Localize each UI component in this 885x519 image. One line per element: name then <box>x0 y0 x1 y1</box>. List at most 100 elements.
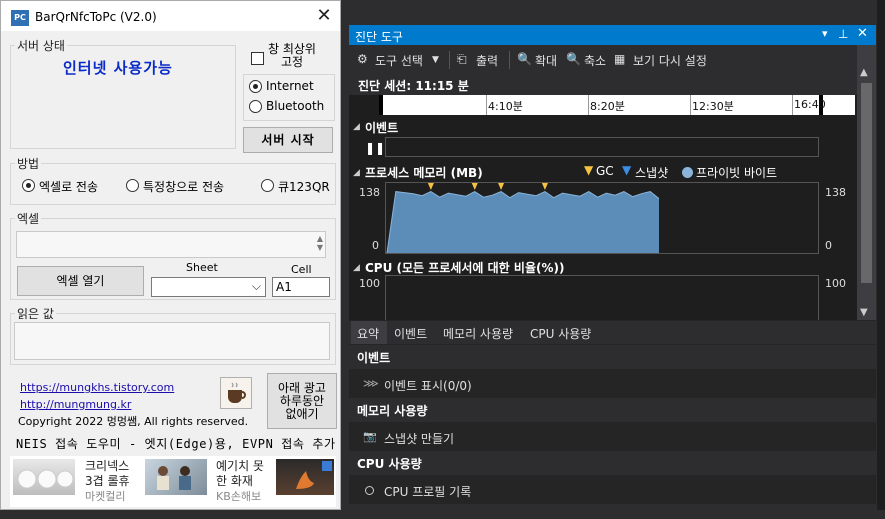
show-events-row[interactable]: ⋙ 이벤트 표시(0/0) <box>349 370 876 398</box>
events-track-label: 이벤트 <box>365 121 399 135</box>
panel-dropdown-icon[interactable]: ▾ <box>822 27 828 40</box>
excel-path-field[interactable]: ▲ ▼ <box>16 231 326 258</box>
gc-marker[interactable] <box>498 183 505 190</box>
output-button[interactable]: 출력 <box>476 52 498 69</box>
gc-marker[interactable] <box>427 183 434 190</box>
ad-banner[interactable]: 크리넥스 3겹 롤휴 마켓컬리 예기치 못 한 화재 KB손해보 <box>10 456 336 507</box>
sheet-select[interactable]: ⌵ <box>151 277 266 297</box>
pause-icon[interactable]: ❚❚ <box>365 141 385 155</box>
scroll-down-icon[interactable]: ▼ <box>860 307 868 318</box>
collapse-memory-icon[interactable]: ◢ <box>353 168 360 178</box>
cell-input-value: A1 <box>276 280 292 294</box>
toolbar-divider <box>449 51 450 69</box>
events-icon: ⋙ <box>363 377 379 390</box>
tistory-link[interactable]: https://mungkhs.tistory.com <box>20 381 174 394</box>
zoom-out-icon[interactable]: 🔍 <box>566 52 581 66</box>
tick-line <box>792 95 793 115</box>
memory-ymax-right: 138 <box>825 186 846 199</box>
vs-background-bottom <box>0 510 885 519</box>
timeline-start-handle[interactable] <box>379 95 383 115</box>
memory-graph[interactable] <box>385 182 819 254</box>
diag-tabs: 요약 이벤트 메모리 사용량 CPU 사용량 <box>349 321 876 344</box>
timeline-tick-label: 12:30분 <box>692 100 734 113</box>
open-excel-button[interactable]: 엑셀 열기 <box>17 266 144 296</box>
collapse-events-icon[interactable]: ◢ <box>353 122 360 132</box>
ad-image-family[interactable] <box>145 459 207 495</box>
ad-1-line1: 크리넥스 <box>85 459 130 473</box>
tick-line <box>486 95 487 115</box>
show-events-link[interactable]: 이벤트 표시(0/0) <box>384 377 472 394</box>
vertical-scrollbar[interactable]: ▲ ▼ <box>857 45 876 320</box>
zoom-in-icon[interactable]: 🔍 <box>517 52 532 66</box>
cell-input[interactable]: A1 <box>272 277 330 297</box>
cpu-ymax-left: 100 <box>359 277 380 290</box>
zoom-out-button[interactable]: 축소 <box>584 52 606 69</box>
pin-icon[interactable]: ⊥ <box>838 27 848 41</box>
ad-image-tissue[interactable] <box>13 459 75 495</box>
tab-summary[interactable]: 요약 <box>357 325 379 342</box>
title-bar[interactable]: PC BarQrNfcToPc (V2.0) ✕ <box>1 1 340 31</box>
server-start-button[interactable]: 서버 시작 <box>243 127 333 153</box>
tab-cpu-usage[interactable]: CPU 사용량 <box>530 325 591 342</box>
gc-marker[interactable] <box>471 183 478 190</box>
tab-events[interactable]: 이벤트 <box>394 325 427 342</box>
always-on-top-label: 창 최상위 고정 <box>268 43 316 69</box>
gc-marker[interactable] <box>541 183 548 190</box>
app-icon: PC <box>11 10 29 26</box>
scroll-up-icon[interactable]: ▲ <box>860 67 868 78</box>
collapse-cpu-icon[interactable]: ◢ <box>353 263 360 273</box>
cpu-graph[interactable] <box>385 275 819 320</box>
coffee-icon[interactable] <box>220 377 252 409</box>
tab-memory-usage[interactable]: 메모리 사용량 <box>443 325 513 342</box>
internet-label: Internet <box>266 79 314 93</box>
method-window-radio[interactable] <box>126 179 139 192</box>
read-value-label: 읽은 값 <box>15 305 56 322</box>
record-cpu-row[interactable]: CPU 프로필 기록 <box>349 476 876 504</box>
method-excel-radio[interactable] <box>22 179 35 192</box>
panel-close-icon[interactable]: ✕ <box>857 26 868 41</box>
ad-text-2[interactable]: 예기치 못 한 화재 KB손해보 <box>216 459 264 504</box>
memory-section-header: 메모리 사용량 <box>349 398 876 422</box>
private-bytes-legend-icon <box>682 167 693 178</box>
session-label: 진단 세션: 11:15 분 <box>358 79 469 93</box>
take-snapshot-link[interactable]: 스냅샷 만들기 <box>384 430 454 447</box>
vs-background-top <box>341 0 885 25</box>
internet-radio[interactable] <box>249 80 262 93</box>
sheet-label: Sheet <box>186 261 218 274</box>
bluetooth-radio[interactable] <box>249 100 262 113</box>
gear-icon[interactable]: ⚙ <box>357 52 368 66</box>
toolbar-divider-2 <box>509 51 510 69</box>
output-icon[interactable]: ⎗ <box>457 52 467 67</box>
memory-ymin-left: 0 <box>372 239 379 252</box>
ad-image-fire[interactable] <box>276 459 334 495</box>
method-q123qr-radio[interactable] <box>261 179 274 192</box>
session-bar: 진단 세션: 11:15 분 <box>349 75 857 95</box>
ad-2-brand: KB손해보 <box>216 490 262 503</box>
reset-view-button[interactable]: 보기 다시 설정 <box>633 52 707 69</box>
neis-text[interactable]: NEIS 접속 도우미 - 엣지(Edge)용, EVPN 접속 추가 <box>16 435 336 452</box>
reset-view-icon[interactable]: ▦ <box>614 52 625 66</box>
record-cpu-link[interactable]: CPU 프로필 기록 <box>384 483 471 500</box>
diag-title: 진단 도구 <box>355 30 403 44</box>
select-tools-button[interactable]: 도구 선택 <box>375 52 423 69</box>
private-bytes-area <box>387 191 659 253</box>
hide-ad-line3: 없애기 <box>285 407 319 421</box>
close-button[interactable]: ✕ <box>313 7 335 27</box>
diag-title-bar[interactable]: 진단 도구 ▾ ⊥ ✕ <box>349 25 876 45</box>
select-tools-chevron-icon[interactable]: ▼ <box>432 55 439 65</box>
timeline-tick-label: 8:20분 <box>590 100 625 113</box>
zoom-in-button[interactable]: 확대 <box>535 52 557 69</box>
hide-ad-button[interactable]: 아래 광고 하루동안 없애기 <box>267 373 337 429</box>
gc-legend-icon: ▼ <box>584 163 594 177</box>
take-snapshot-row[interactable]: 📷 스냅샷 만들기 <box>349 423 876 451</box>
timeline-ruler[interactable]: 4:10분 8:20분 12:30분 16:40 <box>379 95 855 115</box>
always-on-top-checkbox[interactable] <box>251 52 264 65</box>
mungmung-link[interactable]: http://mungmung.kr <box>20 398 131 411</box>
ad-text-1[interactable]: 크리넥스 3겹 롤휴 마켓컬리 <box>85 459 130 504</box>
read-value-field[interactable] <box>14 322 330 360</box>
events-track[interactable] <box>385 137 819 157</box>
scroll-thumb[interactable] <box>861 83 872 283</box>
vs-background-right <box>877 0 885 519</box>
window-title: BarQrNfcToPc (V2.0) <box>35 10 157 24</box>
path-field-spinner[interactable]: ▲ ▼ <box>317 234 323 252</box>
